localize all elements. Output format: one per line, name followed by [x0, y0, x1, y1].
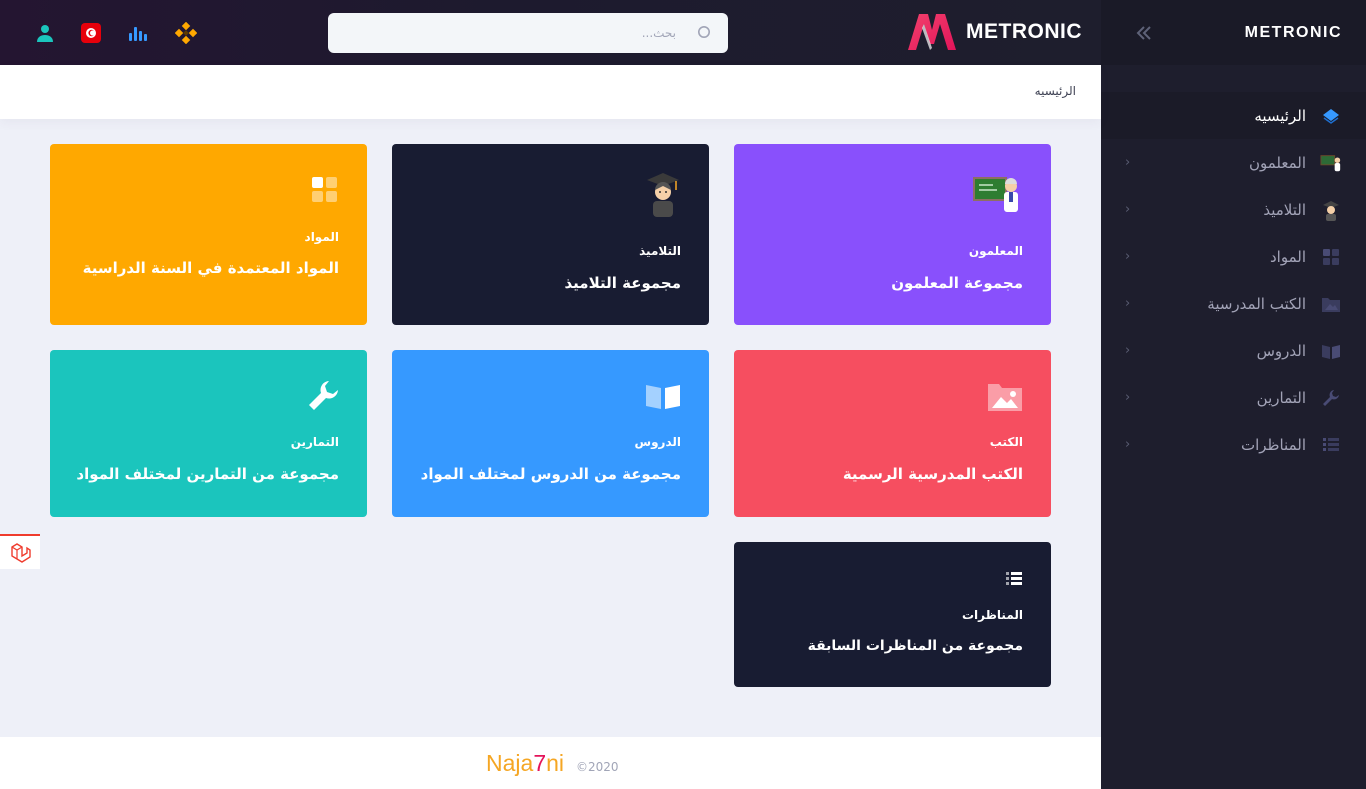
search-input[interactable] — [328, 13, 688, 53]
chevron-right-icon: › — [1125, 437, 1131, 452]
card-title: الكتب — [989, 435, 1023, 449]
student-icon — [1320, 199, 1342, 221]
sidebar-item-label: المعلمون — [1248, 153, 1306, 172]
card-subjects[interactable]: المواد المواد المعتمدة في السنة الدراسية — [50, 144, 367, 325]
sidebar: METRONIC الرئيسيه › المعلمون › التلاميذ … — [1101, 0, 1366, 789]
list-icon — [1320, 434, 1342, 456]
user-icon[interactable] — [30, 18, 60, 48]
sidebar-item-label: التلاميذ — [1263, 200, 1306, 219]
search-box — [328, 13, 728, 53]
card-subtitle: مجموعة التلاميذ — [564, 274, 681, 292]
card-subtitle: المواد المعتمدة في السنة الدراسية — [82, 259, 339, 277]
grid-icon — [311, 176, 339, 208]
list-icon — [1005, 571, 1023, 591]
card-title: التلاميذ — [639, 244, 681, 258]
footer-brand-part: Naja — [486, 750, 534, 776]
sidebar-header: METRONIC — [1101, 0, 1366, 65]
picture-folder-icon — [1320, 293, 1342, 315]
sidebar-item-competitions[interactable]: › المناظرات — [1101, 421, 1366, 468]
picture-folder-icon — [987, 380, 1023, 416]
footer-copyright: ©2020 — [576, 760, 619, 774]
sidebar-menu: الرئيسيه › المعلمون › التلاميذ › المواد … — [1101, 92, 1366, 468]
footer-brand[interactable]: Naja7ni — [486, 750, 564, 777]
wrench-icon — [1320, 387, 1342, 409]
sidebar-item-exercises[interactable]: › التمارين — [1101, 374, 1366, 421]
chevron-right-icon: › — [1125, 202, 1131, 217]
sidebar-item-label: الرئيسيه — [1254, 106, 1306, 125]
card-subtitle: الكتب المدرسية الرسمية — [842, 465, 1023, 483]
sidebar-item-teachers[interactable]: › المعلمون — [1101, 139, 1366, 186]
layers-icon — [1320, 105, 1342, 127]
card-title: التمارين — [290, 435, 339, 449]
footer-brand-part: 7 — [533, 750, 547, 776]
sidebar-item-label: الدروس — [1256, 341, 1306, 360]
breadcrumb[interactable]: الرئيسيه — [1035, 84, 1076, 98]
bar-chart-icon[interactable] — [123, 18, 153, 48]
card-title: المواد — [304, 230, 339, 244]
metronic-logo-icon — [908, 14, 956, 50]
chevron-right-icon: › — [1125, 343, 1131, 358]
card-books[interactable]: الكتب الكتب المدرسية الرسمية — [734, 350, 1051, 517]
card-students[interactable]: التلاميذ مجموعة التلاميذ — [392, 144, 709, 325]
subheader: الرئيسيه — [0, 65, 1101, 119]
apps-icon[interactable] — [171, 18, 201, 48]
double-chevron-left-icon[interactable] — [1133, 22, 1155, 48]
sidebar-item-lessons[interactable]: › الدروس — [1101, 327, 1366, 374]
graduate-icon — [645, 170, 681, 222]
card-competitions[interactable]: المناظرات مجموعة من المناظرات السابقة — [734, 542, 1051, 687]
footer: Naja7ni ©2020 — [0, 737, 1101, 789]
card-title: المعلمون — [968, 244, 1023, 258]
sidebar-brand: METRONIC — [1244, 24, 1342, 41]
sidebar-item-home[interactable]: الرئيسيه — [1101, 92, 1366, 139]
teacher-icon — [1320, 152, 1342, 174]
topbar: METRONIC — [0, 0, 1101, 65]
sidebar-item-subjects[interactable]: › المواد — [1101, 233, 1366, 280]
brand-logo[interactable]: METRONIC — [906, 14, 1082, 50]
footer-brand-part: ni — [546, 750, 565, 776]
sidebar-item-label: التمارين — [1256, 388, 1306, 407]
card-title: الدروس — [634, 435, 681, 449]
wrench-icon — [307, 380, 339, 416]
sidebar-item-label: الكتب المدرسية — [1207, 294, 1306, 313]
chevron-right-icon: › — [1125, 390, 1131, 405]
card-subtitle: مجموعة من المناظرات السابقة — [807, 638, 1023, 654]
chevron-right-icon: › — [1125, 249, 1131, 264]
chevron-right-icon: › — [1125, 155, 1131, 170]
sidebar-item-label: المواد — [1269, 247, 1306, 266]
sidebar-item-label: المناظرات — [1240, 435, 1306, 454]
grid-icon — [1320, 246, 1342, 268]
teacher-board-icon — [973, 172, 1023, 220]
logo-text: METRONIC — [966, 20, 1082, 43]
card-lessons[interactable]: الدروس مجموعة من الدروس لمختلف المواد — [392, 350, 709, 517]
card-exercises[interactable]: التمارين مجموعة من التمارين لمختلف الموا… — [50, 350, 367, 517]
card-subtitle: مجموعة من التمارين لمختلف المواد — [76, 465, 339, 483]
search-icon[interactable] — [697, 25, 712, 44]
debugbar-tab[interactable] — [0, 534, 40, 569]
book-icon — [1320, 340, 1342, 362]
card-title: المناظرات — [961, 608, 1023, 622]
chevron-right-icon: › — [1125, 296, 1131, 311]
card-subtitle: مجموعة المعلمون — [891, 274, 1023, 292]
card-teachers[interactable]: المعلمون مجموعة المعلمون — [734, 144, 1051, 325]
sidebar-item-books[interactable]: › الكتب المدرسية — [1101, 280, 1366, 327]
laravel-icon — [11, 542, 31, 563]
sidebar-item-students[interactable]: › التلاميذ — [1101, 186, 1366, 233]
card-subtitle: مجموعة من الدروس لمختلف المواد — [420, 465, 681, 483]
flag-tunisia-icon[interactable] — [76, 18, 106, 48]
book-icon — [645, 382, 681, 414]
